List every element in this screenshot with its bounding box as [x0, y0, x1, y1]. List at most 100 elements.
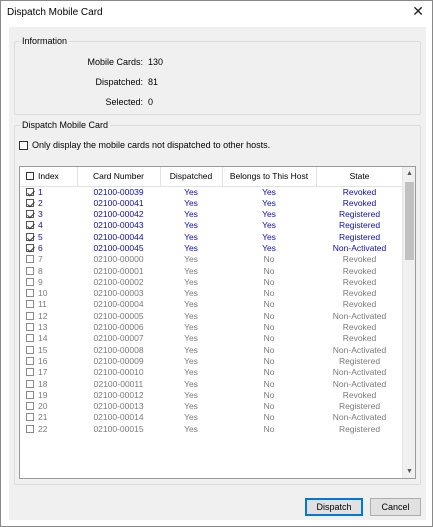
- table-header-row: Index Card Number Dispatched Belongs to …: [20, 167, 404, 187]
- row-belongs-to-host: Yes: [262, 231, 276, 242]
- row-index-cell[interactable]: 7: [20, 254, 77, 265]
- row-checkbox[interactable]: [26, 402, 34, 411]
- row-index-cell[interactable]: 9: [20, 277, 77, 288]
- row-index-cell[interactable]: 20: [20, 401, 77, 412]
- row-checkbox[interactable]: [26, 323, 34, 332]
- row-index: 1: [38, 186, 43, 197]
- column-header-index-label: Index: [38, 171, 59, 182]
- row-checkbox[interactable]: [26, 266, 34, 275]
- row-index-cell[interactable]: 3: [20, 209, 77, 220]
- row-belongs-to-host: Yes: [262, 186, 276, 197]
- select-all-checkbox[interactable]: [26, 172, 34, 181]
- table-row[interactable]: 21 02100-00014 Yes No Non-Activated: [20, 412, 403, 423]
- row-card-number: 02100-00043: [93, 220, 144, 231]
- row-index-cell[interactable]: 22: [20, 424, 77, 435]
- table-row[interactable]: 17 02100-00010 Yes No Non-Activated: [20, 367, 403, 378]
- row-state: Revoked: [342, 333, 377, 344]
- table-row[interactable]: 16 02100-00009 Yes No Registered: [20, 356, 403, 367]
- row-checkbox[interactable]: [26, 311, 34, 320]
- column-header-index[interactable]: Index: [20, 167, 78, 187]
- row-checkbox[interactable]: [26, 243, 34, 252]
- row-belongs-to-host: No: [263, 378, 275, 389]
- row-index: 8: [38, 265, 43, 276]
- row-index: 9: [38, 276, 43, 287]
- filter-row[interactable]: Only display the mobile cards not dispat…: [19, 140, 270, 150]
- row-checkbox[interactable]: [26, 390, 34, 399]
- close-icon[interactable]: ✕: [412, 4, 424, 20]
- table-row[interactable]: 18 02100-00011 Yes No Non-Activated: [20, 379, 403, 390]
- table-row[interactable]: 8 02100-00001 Yes No Revoked: [20, 266, 403, 277]
- row-checkbox[interactable]: [26, 221, 34, 230]
- row-index-cell[interactable]: 14: [20, 333, 77, 344]
- row-index-cell[interactable]: 13: [20, 322, 77, 333]
- row-state: Registered: [338, 231, 381, 242]
- row-index-cell[interactable]: 6: [20, 243, 77, 254]
- table-row[interactable]: 3 02100-00042 Yes Yes Registered: [20, 209, 403, 220]
- table-row[interactable]: 9 02100-00002 Yes No Revoked: [20, 277, 403, 288]
- row-checkbox[interactable]: [26, 424, 34, 433]
- table-row[interactable]: 2 02100-00041 Yes Yes Revoked: [20, 198, 403, 209]
- table-row[interactable]: 7 02100-00000 Yes No Revoked: [20, 254, 403, 265]
- column-header-dispatched[interactable]: Dispatched: [160, 167, 223, 187]
- row-index-cell[interactable]: 11: [20, 299, 77, 310]
- scrollbar-thumb[interactable]: [405, 182, 414, 260]
- row-dispatched: Yes: [184, 254, 198, 265]
- row-checkbox[interactable]: [26, 210, 34, 219]
- row-index-cell[interactable]: 1: [20, 186, 77, 198]
- table-row[interactable]: 19 02100-00012 Yes No Revoked: [20, 390, 403, 401]
- row-index-cell[interactable]: 19: [20, 390, 77, 401]
- table-row[interactable]: 1 02100-00039 Yes Yes Revoked: [20, 186, 403, 198]
- row-dispatched: Yes: [184, 333, 198, 344]
- row-checkbox[interactable]: [26, 255, 34, 264]
- row-index-cell[interactable]: 5: [20, 232, 77, 243]
- row-checkbox[interactable]: [26, 345, 34, 354]
- table-row[interactable]: 20 02100-00013 Yes No Registered: [20, 401, 403, 412]
- row-checkbox[interactable]: [26, 368, 34, 377]
- table-row[interactable]: 5 02100-00044 Yes Yes Registered: [20, 232, 403, 243]
- window-title: Dispatch Mobile Card: [7, 7, 103, 18]
- row-index-cell[interactable]: 4: [20, 220, 77, 231]
- row-checkbox[interactable]: [26, 232, 34, 241]
- table-row[interactable]: 13 02100-00006 Yes No Revoked: [20, 322, 403, 333]
- dispatch-button[interactable]: Dispatch: [305, 498, 363, 516]
- table-row[interactable]: 4 02100-00043 Yes Yes Registered: [20, 220, 403, 231]
- row-checkbox[interactable]: [26, 187, 34, 196]
- row-dispatched: Yes: [184, 322, 198, 333]
- row-checkbox[interactable]: [26, 356, 34, 365]
- row-checkbox[interactable]: [26, 198, 34, 207]
- row-index-cell[interactable]: 10: [20, 288, 77, 299]
- table-row[interactable]: 6 02100-00045 Yes Yes Non-Activated: [20, 243, 403, 254]
- row-checkbox[interactable]: [26, 413, 34, 422]
- scroll-up-icon[interactable]: ▲: [403, 167, 415, 180]
- row-index-cell[interactable]: 8: [20, 266, 77, 277]
- row-checkbox[interactable]: [26, 379, 34, 388]
- row-checkbox[interactable]: [26, 277, 34, 286]
- row-index-cell[interactable]: 16: [20, 356, 77, 367]
- table-row[interactable]: 14 02100-00007 Yes No Revoked: [20, 333, 403, 344]
- row-index-cell[interactable]: 18: [20, 379, 77, 390]
- row-index-cell[interactable]: 12: [20, 311, 77, 322]
- row-belongs-to-host: No: [263, 401, 275, 412]
- row-checkbox[interactable]: [26, 300, 34, 309]
- row-checkbox[interactable]: [26, 334, 34, 343]
- table-row[interactable]: 15 02100-00008 Yes No Non-Activated: [20, 345, 403, 356]
- row-index-cell[interactable]: 17: [20, 367, 77, 378]
- column-header-card-number[interactable]: Card Number: [77, 167, 161, 187]
- cancel-button[interactable]: Cancel: [370, 498, 421, 516]
- table-row[interactable]: 10 02100-00003 Yes No Revoked: [20, 288, 403, 299]
- filter-label[interactable]: Only display the mobile cards not dispat…: [32, 140, 270, 150]
- filter-checkbox[interactable]: [19, 140, 28, 150]
- row-card-number: 02100-00000: [93, 254, 144, 265]
- row-checkbox[interactable]: [26, 289, 34, 298]
- row-index-cell[interactable]: 2: [20, 198, 77, 209]
- scroll-down-icon[interactable]: ▼: [403, 465, 415, 478]
- row-index-cell[interactable]: 21: [20, 412, 77, 423]
- table-row[interactable]: 12 02100-00005 Yes No Non-Activated: [20, 311, 403, 322]
- vertical-scrollbar[interactable]: ▲ ▼: [402, 167, 415, 478]
- table-row[interactable]: 11 02100-00004 Yes No Revoked: [20, 299, 403, 310]
- row-index-cell[interactable]: 15: [20, 345, 77, 356]
- table-row[interactable]: 22 02100-00015 Yes No Registered: [20, 424, 403, 435]
- column-header-belongs[interactable]: Belongs to This Host: [222, 167, 317, 187]
- column-header-state[interactable]: State: [316, 167, 404, 187]
- row-dispatched: Yes: [184, 378, 198, 389]
